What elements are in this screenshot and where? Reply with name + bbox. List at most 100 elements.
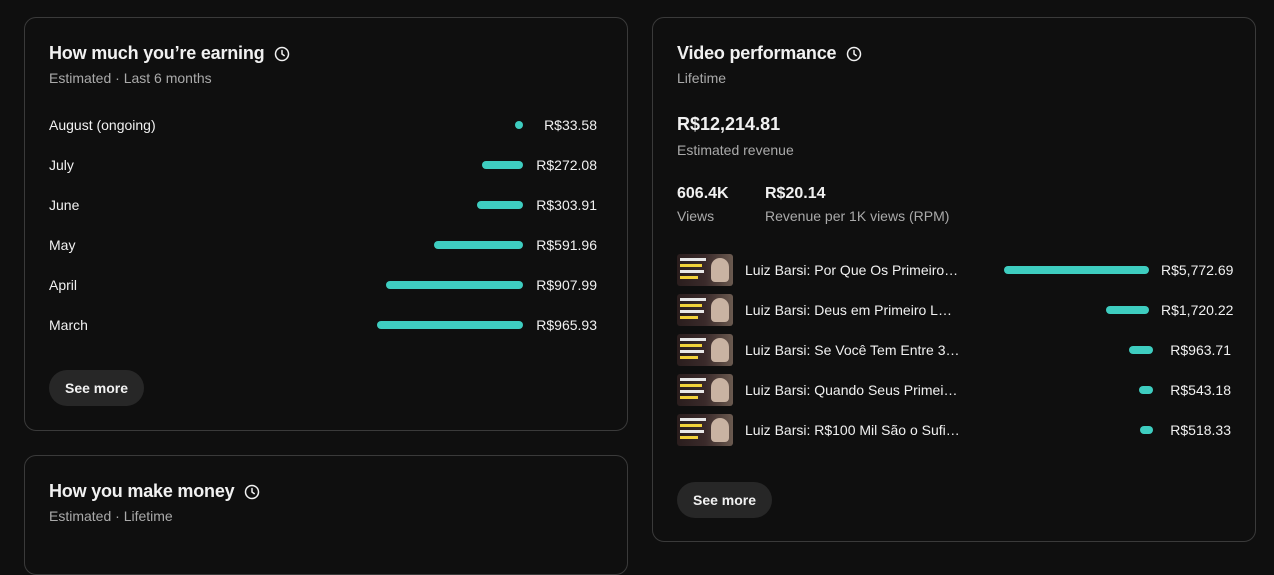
earnings-bar [482,161,523,169]
thumbnail-text-line [680,350,704,353]
month-value: R$591.96 [536,237,597,253]
earnings-card: How much you’re earning Estimated · Last… [24,17,628,431]
video-row[interactable]: Luiz Barsi: R$100 Mil São o Suficie... R$… [677,414,1231,446]
video-performance-card-title: Video performance [677,43,862,64]
video-bar-track [984,266,1149,274]
thumbnail-text-line [680,430,704,433]
thumbnail-text-line [680,270,704,273]
video-title[interactable]: Luiz Barsi: R$100 Mil São o Suficie... [745,422,961,438]
earnings-month-row: March R$965.93 [49,314,597,336]
month-value: R$303.91 [536,197,597,213]
earnings-title-text: How much you’re earning [49,43,265,63]
video-revenue-bar [1128,346,1153,354]
video-thumbnail[interactable] [677,254,733,286]
video-row[interactable]: Luiz Barsi: Por Que Os Primeiros 1... R$5… [677,254,1234,286]
earnings-month-row: April R$907.99 [49,274,597,296]
clock-icon[interactable] [274,46,290,62]
thumbnail-text-line [680,258,706,261]
thumbnail-text-line [680,316,698,319]
thumbnail-text-line [680,264,702,267]
earnings-bar [515,121,523,129]
video-bar-track [987,346,1153,354]
video-bar-track [987,426,1153,434]
thumbnail-text-line [680,378,706,381]
earnings-month-row: May R$591.96 [49,234,597,256]
thumbnail-text-line [680,344,702,347]
earnings-bar-track [363,281,523,289]
video-bar-track [987,386,1153,394]
earnings-bar [377,321,523,329]
video-performance-subtitle: Lifetime [677,70,727,86]
earnings-card-title: How much you’re earning [49,43,290,64]
make-money-title-text: How you make money [49,481,235,501]
make-money-subtitle: Estimated · Lifetime [49,508,173,524]
make-money-card: How you make money Estimated · Lifetime [24,455,628,575]
thumbnail-face [711,378,729,402]
thumbnail-text-line [680,338,706,341]
video-thumbnail[interactable] [677,414,733,446]
month-value: R$272.08 [536,157,597,173]
video-revenue-value: R$963.71 [1170,342,1231,358]
month-value: R$33.58 [544,117,597,133]
earnings-month-row: July R$272.08 [49,154,597,176]
earnings-bar-track [363,201,523,209]
video-revenue-bar [1106,306,1149,314]
thumbnail-text-line [680,424,702,427]
video-title[interactable]: Luiz Barsi: Se Você Tem Entre 35 e... [745,342,961,358]
thumbnail-text-line [680,396,698,399]
video-thumbnail[interactable] [677,334,733,366]
video-thumbnail[interactable] [677,374,733,406]
views-label: Views [677,208,715,224]
month-label: April [49,277,78,293]
video-performance-card: Video performance Lifetime R$12,214.81 E… [652,17,1256,542]
clock-icon[interactable] [244,484,260,500]
thumbnail-text-line [680,418,706,421]
video-revenue-value: R$543.18 [1170,382,1231,398]
earnings-bar-track [363,241,523,249]
thumbnail-text-line [680,436,698,439]
video-thumbnail[interactable] [677,294,733,326]
video-title[interactable]: Luiz Barsi: Deus em Primeiro Lugar... [745,302,958,318]
video-see-more-button[interactable]: See more [677,482,773,518]
rpm-label: Revenue per 1K views (RPM) [765,208,950,224]
earnings-month-row: August (ongoing) R$33.58 [49,114,597,136]
earnings-see-more-button[interactable]: See more [49,370,145,406]
estimated-revenue-value: R$12,214.81 [677,114,781,134]
thumbnail-text-line [680,384,702,387]
thumbnail-text-line [680,304,702,307]
video-revenue-bar [1138,386,1153,394]
thumbnail-text-line [680,356,698,359]
video-bar-track [984,306,1149,314]
video-row[interactable]: Luiz Barsi: Se Você Tem Entre 35 e... R$9… [677,334,1231,366]
thumbnail-text-line [680,310,704,313]
video-performance-title-text: Video performance [677,43,837,63]
video-row[interactable]: Luiz Barsi: Deus em Primeiro Lugar... R$1… [677,294,1234,326]
make-money-card-title: How you make money [49,481,260,502]
video-row[interactable]: Luiz Barsi: Quando Seus Primeiros ... R$5… [677,374,1231,406]
earnings-bar-track [363,161,523,169]
thumbnail-text-line [680,298,706,301]
thumbnail-face [711,258,729,282]
video-title[interactable]: Luiz Barsi: Por Que Os Primeiros 1... [745,262,958,278]
earnings-subtitle: Estimated · Last 6 months [49,70,212,86]
earnings-month-row: June R$303.91 [49,194,597,216]
earnings-bar-track [363,121,523,129]
month-label: May [49,237,76,253]
month-label: June [49,197,80,213]
video-revenue-value: R$5,772.69 [1161,262,1234,278]
rpm-value: R$20.14 [765,185,826,202]
thumbnail-face [711,298,729,322]
month-value: R$907.99 [536,277,597,293]
video-revenue-value: R$518.33 [1170,422,1231,438]
earnings-bar [434,241,523,249]
video-revenue-value: R$1,720.22 [1161,302,1234,318]
estimated-revenue-label: Estimated revenue [677,142,794,158]
clock-icon[interactable] [846,46,862,62]
thumbnail-text-line [680,390,704,393]
earnings-bar [477,201,523,209]
thumbnail-face [711,338,729,362]
thumbnail-text-line [680,276,698,279]
month-label: March [49,317,88,333]
video-title[interactable]: Luiz Barsi: Quando Seus Primeiros ... [745,382,961,398]
thumbnail-face [711,418,729,442]
